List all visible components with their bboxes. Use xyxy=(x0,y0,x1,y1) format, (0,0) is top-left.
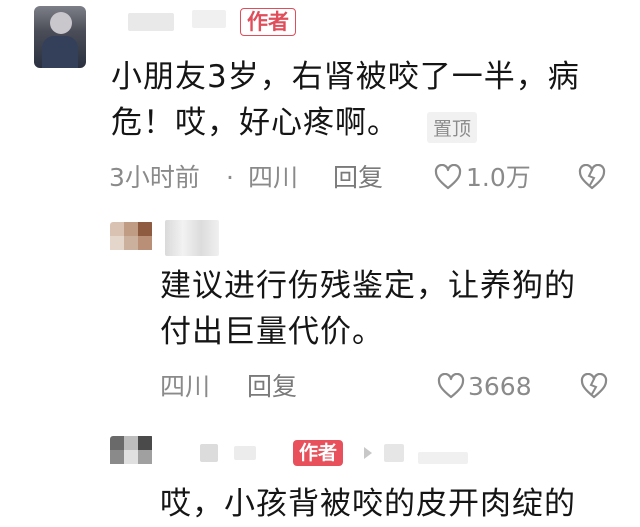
reply-button[interactable]: 回复 xyxy=(247,372,297,402)
username-blurred-2[interactable] xyxy=(234,446,256,460)
author-badge: 作者 xyxy=(293,440,344,466)
username-blurred-3[interactable] xyxy=(384,444,404,462)
like-heart-icon[interactable] xyxy=(437,373,465,399)
username-blurred-2[interactable] xyxy=(192,10,226,28)
avatar[interactable] xyxy=(34,6,86,68)
comment-text-line: 哎，小孩背被咬的皮开肉绽的 xyxy=(160,486,576,522)
dislike-broken-heart-icon[interactable] xyxy=(580,373,608,399)
comment-text-line: 小朋友3岁，右肾被咬了一半，病 xyxy=(111,59,580,95)
reply-button[interactable]: 回复 xyxy=(333,163,383,193)
pinned-badge: 置顶 xyxy=(427,112,478,143)
comment-text-line: 付出巨量代价。 xyxy=(160,314,384,350)
avatar-face xyxy=(50,12,72,34)
comment-text-line: 危！哎，好心疼啊。 xyxy=(111,105,399,141)
username-blurred[interactable] xyxy=(128,13,174,31)
like-heart-icon[interactable] xyxy=(434,164,462,190)
avatar[interactable] xyxy=(110,436,154,472)
avatar[interactable] xyxy=(110,222,154,258)
avatar-body xyxy=(42,36,78,68)
dislike-broken-heart-icon[interactable] xyxy=(578,164,606,190)
username-blurred-4[interactable] xyxy=(418,452,468,464)
chevron-right-icon xyxy=(362,446,374,460)
meta-separator: · xyxy=(226,163,234,192)
username-blurred[interactable] xyxy=(200,444,218,462)
comment-location: 四川 xyxy=(248,163,299,192)
username-blurred[interactable] xyxy=(165,220,219,256)
author-badge: 作者 xyxy=(240,8,296,36)
like-count: 3668 xyxy=(468,372,532,401)
comment-time: 3小时前 xyxy=(109,163,200,192)
comment-location: 四川 xyxy=(160,372,211,401)
comment-text-line: 建议进行伤残鉴定，让养狗的 xyxy=(160,268,576,304)
like-count: 1.0万 xyxy=(466,163,531,192)
